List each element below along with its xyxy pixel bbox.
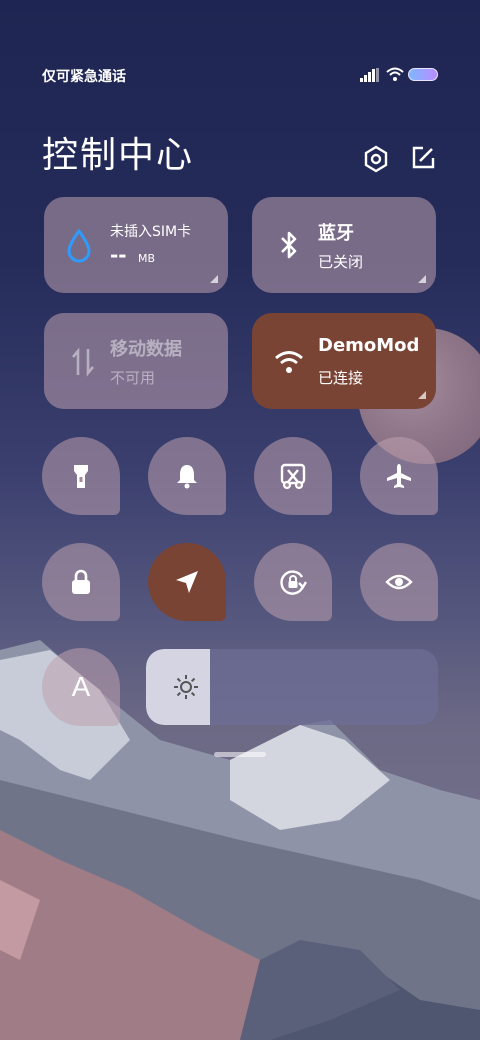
expand-corner-icon [418,275,426,283]
battery-icon [408,68,438,81]
water-drop-icon [67,229,91,263]
location-arrow-icon [176,571,198,593]
wifi-icon [386,67,404,81]
drag-handle[interactable] [214,752,266,757]
scissors-icon [280,463,306,490]
brightness-slider[interactable] [146,649,438,725]
screenshot-toggle[interactable] [254,437,332,515]
auto-brightness-toggle[interactable]: A [42,648,120,726]
data-usage-value: -- [110,243,127,267]
bell-icon [177,465,197,489]
status-bar: 仅可紧急通话 [0,60,480,90]
rotation-lock-icon [280,570,307,595]
data-usage-unit: MB [138,252,156,265]
letter-a-icon: A [71,671,91,702]
flashlight-icon [74,465,88,488]
mobile-data-tile[interactable]: 移动数据 不可用 [44,313,228,409]
sun-icon [174,675,198,699]
airplane-toggle[interactable] [360,437,438,515]
page-title: 控制中心 [42,135,195,176]
gear-icon[interactable] [362,145,390,173]
bluetooth-title: 蓝牙 [318,223,354,244]
mobile-data-icon [72,347,94,377]
eye-icon [385,574,413,590]
wlan-status: 已连接 [318,369,364,387]
rotation-lock-toggle[interactable] [254,543,332,621]
mobile-data-title: 移动数据 [110,339,182,360]
carrier-status-text: 仅可紧急通话 [42,69,126,85]
lock-icon [72,569,90,594]
flashlight-toggle[interactable] [42,437,120,515]
data-usage-tile[interactable]: 未插入SIM卡 -- MB [44,197,228,293]
expand-corner-icon [210,275,218,283]
location-toggle[interactable] [148,543,226,621]
wlan-network-name: DemoMod [318,335,420,356]
mobile-data-status: 不可用 [110,369,156,387]
ringer-toggle[interactable] [148,437,226,515]
airplane-icon [387,464,411,488]
bluetooth-status: 已关闭 [318,253,364,271]
wlan-tile[interactable]: DemoMod 已连接 [252,313,436,409]
signal-icon [360,68,379,82]
reading-mode-toggle[interactable] [360,543,438,621]
lock-screen-toggle[interactable] [42,543,120,621]
bluetooth-icon [281,231,297,259]
wifi-icon [275,351,303,373]
edit-icon[interactable] [410,145,436,171]
expand-corner-icon [418,391,426,399]
bluetooth-tile[interactable]: 蓝牙 已关闭 [252,197,436,293]
sim-status-label: 未插入SIM卡 [110,224,192,240]
